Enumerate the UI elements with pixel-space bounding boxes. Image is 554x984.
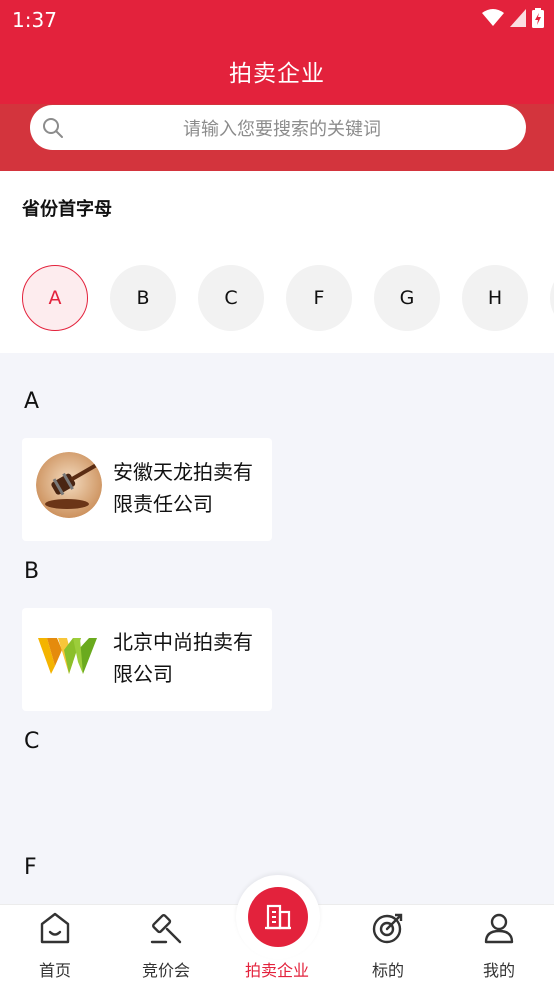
letter-chip-a[interactable]: A <box>22 265 88 331</box>
section-title: 省份首字母 <box>22 199 112 220</box>
status-icons <box>482 8 544 28</box>
wifi-icon <box>482 9 504 26</box>
tab-lots[interactable]: 标的 <box>333 905 443 984</box>
tab-bar: 首页 竞价会 拍卖企业 标的 我的 <box>0 875 554 984</box>
letter-row[interactable]: A B C F G H <box>22 265 554 331</box>
search-placeholder: 请输入您要搜索的关键词 <box>183 118 381 140</box>
letter-section: 省份首字母 A B C F G H <box>0 171 554 353</box>
tab-label: 竞价会 <box>141 961 190 980</box>
signal-icon <box>510 9 526 27</box>
tab-label: 我的 <box>482 961 515 980</box>
group-label-a: A <box>24 389 40 414</box>
tab-label: 标的 <box>371 961 404 980</box>
group-label-b: B <box>24 559 40 584</box>
group-label-c: C <box>24 729 40 754</box>
vw-logo-icon <box>36 622 102 688</box>
search-icon <box>43 118 63 138</box>
letter-chip-b[interactable]: B <box>110 265 176 331</box>
search-input[interactable]: 请输入您要搜索的关键词 <box>30 105 526 150</box>
group-label-f: F <box>24 855 37 880</box>
letter-chip-more[interactable] <box>550 265 554 331</box>
gavel-logo-icon <box>36 452 102 518</box>
tab-label: 拍卖企业 <box>244 961 309 980</box>
letter-chip-c[interactable]: C <box>198 265 264 331</box>
company-list[interactable]: A 安徽天龙拍卖有限责任公司 B 北京中尚拍卖有限公司 C F <box>0 353 554 903</box>
tab-label: 首页 <box>38 961 71 980</box>
tab-companies[interactable]: 拍卖企业 <box>222 887 332 984</box>
company-card[interactable]: 安徽天龙拍卖有限责任公司 <box>22 438 272 541</box>
page-title: 拍卖企业 <box>229 61 325 87</box>
building-icon <box>248 887 308 947</box>
status-bar: 1:37 <box>0 0 554 40</box>
search-band: 请输入您要搜索的关键词 <box>0 104 554 171</box>
home-icon <box>40 912 70 944</box>
letter-chip-f[interactable]: F <box>286 265 352 331</box>
tab-profile[interactable]: 我的 <box>444 905 554 984</box>
company-name: 北京中尚拍卖有限公司 <box>113 630 253 686</box>
target-icon <box>372 913 403 944</box>
header: 拍卖企业 <box>0 40 554 104</box>
tab-home[interactable]: 首页 <box>0 905 110 984</box>
company-name: 安徽天龙拍卖有限责任公司 <box>113 460 253 516</box>
battery-icon <box>532 8 544 28</box>
status-time: 1:37 <box>12 8 57 32</box>
tab-bidding[interactable]: 竞价会 <box>111 905 221 984</box>
company-card[interactable]: 北京中尚拍卖有限公司 <box>22 608 272 711</box>
letter-chip-g[interactable]: G <box>374 265 440 331</box>
user-icon <box>484 913 514 944</box>
gavel-icon <box>150 914 182 944</box>
letter-chip-h[interactable]: H <box>462 265 528 331</box>
